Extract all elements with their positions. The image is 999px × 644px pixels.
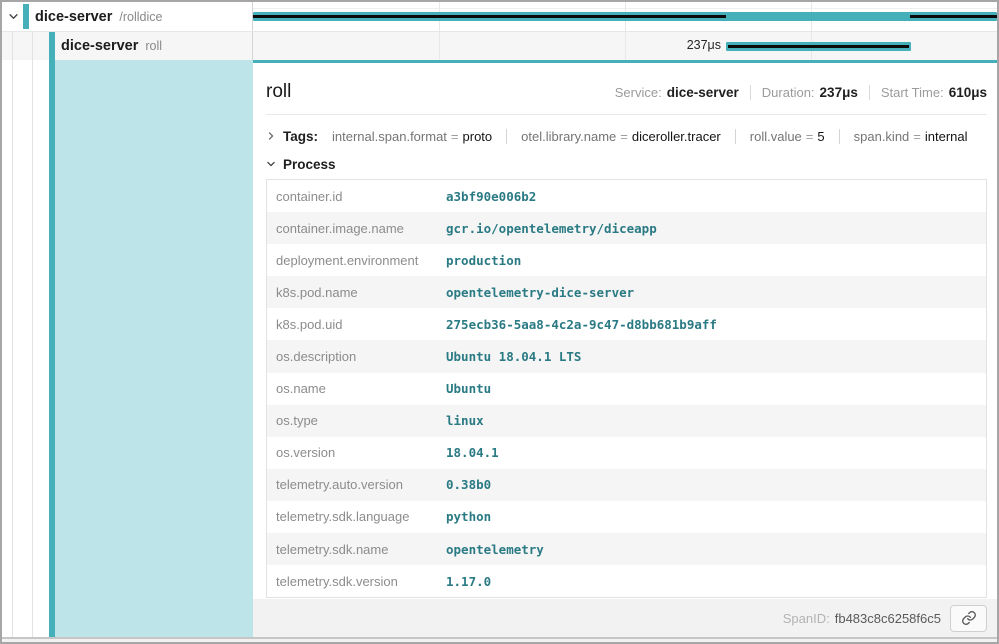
table-row: telemetry.sdk.nameopentelemetry <box>267 533 986 565</box>
span-bar-self-segment <box>728 45 909 48</box>
table-row: os.nameUbuntu <box>267 373 986 405</box>
tag-separator <box>839 129 840 144</box>
page-bottom-strip <box>2 639 997 642</box>
start-time-label: Start Time: <box>881 85 944 100</box>
link-icon <box>961 610 977 626</box>
span-detail-footer: SpanID: fb483c8c6258f6c5 <box>253 599 997 637</box>
spanid-label: SpanID: <box>783 611 830 626</box>
meta-separator <box>750 85 751 100</box>
operation-name: roll <box>145 39 162 53</box>
start-time-value: 610μs <box>949 85 987 100</box>
tags-header: Tags: <box>283 129 318 144</box>
chevron-down-icon <box>266 159 276 169</box>
row-divider <box>2 31 997 32</box>
tag-item: span.kind = internal <box>854 129 968 144</box>
table-row: k8s.pod.uid275ecb36-5aa8-4c2a-9c47-d8bb6… <box>267 308 986 340</box>
operation-name: /rolldice <box>119 10 162 24</box>
duration-value: 237μs <box>820 85 858 100</box>
table-row: os.descriptionUbuntu 18.04.1 LTS <box>267 340 986 372</box>
table-row: os.version18.04.1 <box>267 437 986 469</box>
span-bar-self-segment <box>253 15 726 18</box>
trace-span-detail-view: dice-server /rolldice dice-server roll 2… <box>0 0 999 644</box>
indent-guide <box>12 31 13 637</box>
service-label: Service: <box>615 85 662 100</box>
span-meta: Service: dice-server Duration: 237μs Sta… <box>615 85 987 100</box>
span-detail-panel: roll Service: dice-server Duration: 237μ… <box>253 60 997 637</box>
table-row: container.ida3bf90e006b2 <box>267 180 986 212</box>
tag-item: internal.span.format = proto <box>332 129 492 144</box>
table-row: container.image.namegcr.io/opentelemetry… <box>267 212 986 244</box>
chevron-right-icon <box>266 131 276 141</box>
tags-accordion-toggle[interactable]: Tags: internal.span.format = proto otel.… <box>266 123 987 149</box>
chevron-down-icon[interactable] <box>8 11 19 22</box>
service-value: dice-server <box>667 85 739 100</box>
table-row: os.typelinux <box>267 405 986 437</box>
copy-link-button[interactable] <box>950 605 987 632</box>
span-title: roll <box>266 81 291 103</box>
meta-separator <box>869 85 870 100</box>
service-name: dice-server <box>35 9 112 25</box>
span-row-rolldice[interactable]: dice-server /rolldice <box>2 2 252 31</box>
span-duration-label: 237μs <box>593 38 721 52</box>
tag-separator <box>506 129 507 144</box>
spanid-value: fb483c8c6258f6c5 <box>835 611 941 626</box>
process-accordion-toggle[interactable]: Process <box>266 151 987 177</box>
span-detail-header: roll Service: dice-server Duration: 237μ… <box>253 63 997 103</box>
table-row: k8s.pod.nameopentelemetry-dice-server <box>267 276 986 308</box>
table-row: telemetry.sdk.version1.17.0 <box>267 565 986 597</box>
service-name: dice-server <box>61 38 138 54</box>
header-divider <box>266 114 987 115</box>
process-header: Process <box>283 157 336 172</box>
tag-item: otel.library.name = diceroller.tracer <box>521 129 721 144</box>
span-row-roll[interactable]: dice-server roll <box>2 31 252 60</box>
table-row: telemetry.sdk.languagepython <box>267 501 986 533</box>
span-bar-rolldice[interactable] <box>253 12 997 21</box>
span-detail-indent-block <box>55 60 253 637</box>
span-color-bar <box>23 4 29 29</box>
tag-separator <box>735 129 736 144</box>
indent-guide <box>32 31 33 637</box>
process-key-value-table: container.ida3bf90e006b2 container.image… <box>266 179 987 598</box>
span-bar-self-segment <box>910 15 997 18</box>
tag-item: roll.value = 5 <box>750 129 825 144</box>
ruler-line <box>253 8 997 9</box>
span-bar-roll[interactable] <box>726 42 911 51</box>
table-row: deployment.environmentproduction <box>267 244 986 276</box>
duration-label: Duration: <box>762 85 815 100</box>
table-row: telemetry.auto.version0.38b0 <box>267 469 986 501</box>
